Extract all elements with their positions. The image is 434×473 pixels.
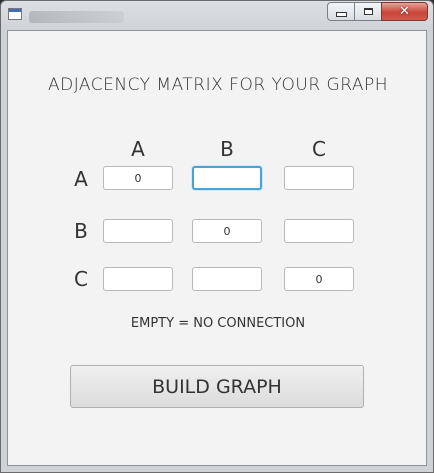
page-title: ADJACENCY MATRIX FOR YOUR GRAPH — [47, 75, 389, 95]
minimize-button[interactable] — [327, 2, 354, 21]
minimize-icon — [335, 12, 347, 17]
matrix-cell-c-b[interactable] — [192, 267, 262, 291]
row-label-c: C — [74, 267, 88, 291]
matrix-cell-a-a[interactable] — [103, 166, 173, 190]
row-label-b: B — [74, 219, 88, 243]
title-bar[interactable]: ✕ — [1, 1, 433, 29]
column-label-c: C — [312, 137, 326, 161]
app-window-icon — [8, 8, 22, 20]
column-label-b: B — [220, 137, 234, 161]
matrix-cell-a-c[interactable] — [284, 166, 354, 190]
matrix-cell-a-b[interactable] — [192, 166, 262, 190]
column-label-a: A — [131, 137, 145, 161]
matrix-cell-c-c[interactable] — [284, 267, 354, 291]
matrix-cell-c-a[interactable] — [103, 267, 173, 291]
window-title-redacted — [29, 11, 124, 23]
caption-buttons: ✕ — [327, 2, 428, 21]
close-icon: ✕ — [399, 4, 410, 19]
row-label-a: A — [74, 167, 88, 191]
maximize-icon — [363, 8, 373, 15]
close-button[interactable]: ✕ — [381, 2, 428, 21]
connection-note: EMPTY = NO CONNECTION — [130, 316, 306, 331]
matrix-cell-b-a[interactable] — [103, 219, 173, 243]
maximize-button[interactable] — [354, 2, 381, 21]
matrix-cell-b-b[interactable] — [192, 219, 262, 243]
matrix-cell-b-c[interactable] — [284, 219, 354, 243]
content-panel: ADJACENCY MATRIX FOR YOUR GRAPH A B C A … — [7, 30, 427, 466]
build-graph-button[interactable]: BUILD GRAPH — [70, 365, 364, 408]
app-window: ✕ ADJACENCY MATRIX FOR YOUR GRAPH A B C … — [0, 0, 434, 473]
